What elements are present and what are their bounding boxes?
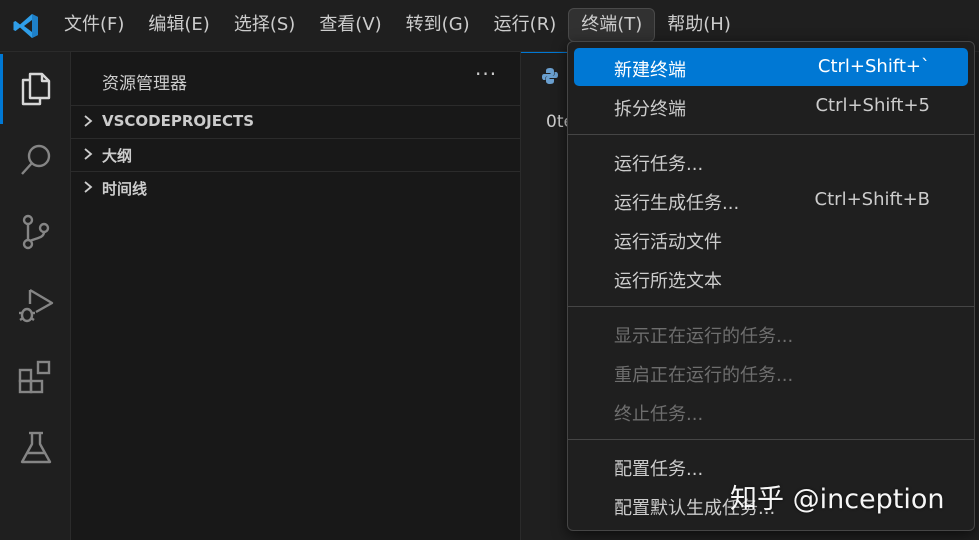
menu-go[interactable]: 转到(G) <box>394 8 482 42</box>
menu-item-run-active-file[interactable]: 运行活动文件 <box>574 220 968 258</box>
menu-item-run-selected-text[interactable]: 运行所选文本 <box>574 259 968 297</box>
menu-run[interactable]: 运行(R) <box>482 8 569 42</box>
section-label: VSCODEPROJECTS <box>102 112 255 130</box>
chevron-right-icon <box>84 181 93 193</box>
source-control-icon[interactable] <box>16 212 56 252</box>
chevron-right-icon <box>84 115 93 127</box>
chevron-right-icon <box>84 148 93 160</box>
menu-file[interactable]: 文件(F) <box>52 8 136 42</box>
menu-item-label: 重启正在运行的任务... <box>614 365 794 386</box>
watermark: 知乎 @inception <box>730 484 945 515</box>
menu-selection[interactable]: 选择(S) <box>222 8 307 42</box>
menu-item-run-task[interactable]: 运行任务... <box>574 142 968 180</box>
section-label: 时间线 <box>102 180 148 198</box>
menu-item-split-terminal[interactable]: 拆分终端 Ctrl+Shift+5 <box>574 87 968 125</box>
menu-item-new-terminal[interactable]: 新建终端 Ctrl+Shift+` <box>574 48 968 86</box>
terminal-menu-dropdown: 新建终端 Ctrl+Shift+` 拆分终端 Ctrl+Shift+5 运行任务… <box>567 41 975 531</box>
menu-item-terminate-task: 终止任务... <box>574 392 968 430</box>
testing-icon[interactable] <box>16 428 56 468</box>
menu-item-shortcut: Ctrl+Shift+5 <box>815 95 930 116</box>
extensions-icon[interactable] <box>16 356 56 396</box>
menu-separator <box>568 134 974 135</box>
explorer-icon[interactable] <box>16 68 56 108</box>
menu-help[interactable]: 帮助(H) <box>655 8 743 42</box>
section-vscodeprojects[interactable]: VSCODEPROJECTS <box>71 105 520 138</box>
run-debug-icon[interactable] <box>16 284 56 324</box>
menu-item-label: 运行任务... <box>614 154 704 175</box>
sidebar-title: 资源管理器 <box>102 74 187 94</box>
menu-separator <box>568 439 974 440</box>
menu-item-label: 运行生成任务... <box>614 193 740 214</box>
section-outline[interactable]: 大纲 <box>71 138 520 171</box>
menu-bar: 文件(F) 编辑(E) 选择(S) 查看(V) 转到(G) 运行(R) 终端(T… <box>52 8 743 44</box>
menu-item-run-build-task[interactable]: 运行生成任务... Ctrl+Shift+B <box>574 181 968 219</box>
section-timeline[interactable]: 时间线 <box>71 171 520 204</box>
vscode-logo-icon <box>13 14 38 38</box>
menu-item-restart-running-task: 重启正在运行的任务... <box>574 353 968 391</box>
menu-item-label: 配置任务... <box>614 459 704 480</box>
menu-item-shortcut: Ctrl+Shift+B <box>814 189 930 210</box>
menu-item-label: 新建终端 <box>614 60 686 81</box>
menu-item-label: 拆分终端 <box>614 99 686 120</box>
menu-item-label: 运行所选文本 <box>614 271 722 292</box>
section-label: 大纲 <box>102 147 133 165</box>
menu-edit[interactable]: 编辑(E) <box>136 8 221 42</box>
python-icon <box>542 68 558 84</box>
menu-terminal[interactable]: 终端(T) <box>568 8 656 42</box>
menu-item-label: 运行活动文件 <box>614 232 722 253</box>
menu-view[interactable]: 查看(V) <box>307 8 393 42</box>
menu-item-label: 终止任务... <box>614 404 704 425</box>
activity-bar <box>0 52 71 540</box>
search-icon[interactable] <box>16 140 56 180</box>
menu-item-shortcut: Ctrl+Shift+` <box>817 56 930 77</box>
more-actions-icon[interactable]: ··· <box>475 62 497 86</box>
menu-item-show-running-tasks: 显示正在运行的任务... <box>574 314 968 352</box>
active-indicator <box>0 54 3 124</box>
menu-separator <box>568 306 974 307</box>
explorer-sidebar: 资源管理器 ··· VSCODEPROJECTS 大纲 时间线 <box>71 52 521 540</box>
menu-item-label: 显示正在运行的任务... <box>614 326 794 347</box>
